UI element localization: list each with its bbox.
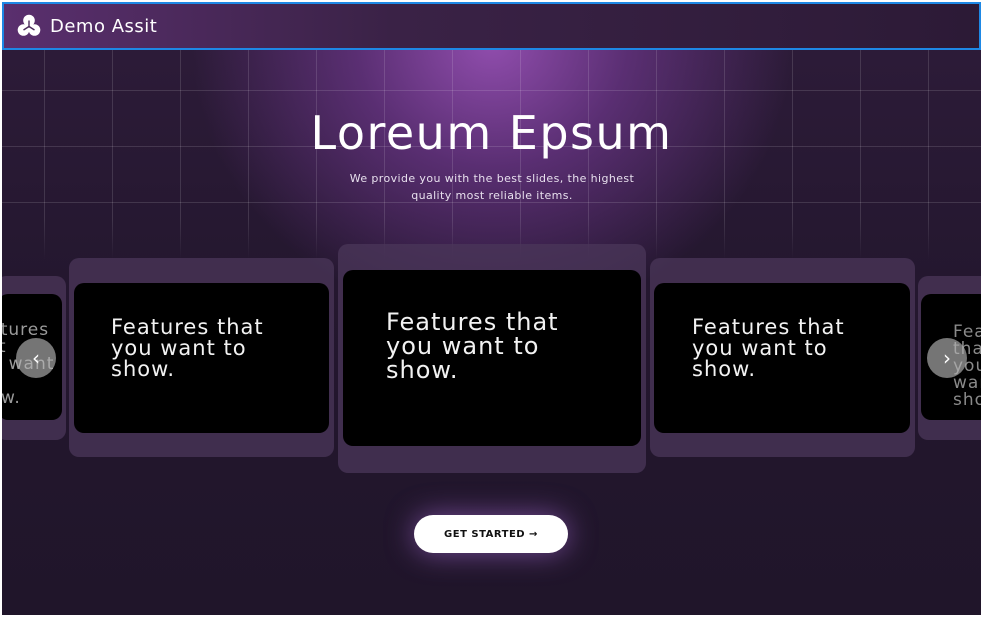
trefoil-logo-icon[interactable] xyxy=(16,13,42,39)
hero-subtitle-line-1: We provide you with the best slides, the… xyxy=(349,172,635,185)
slide-right[interactable]: Features that you want to show. xyxy=(654,283,910,433)
hero-title: Loreum Epsum xyxy=(310,106,673,160)
brand-name[interactable]: Demo Assit xyxy=(50,16,157,37)
hero-subtitle-line-2: quality most reliable items. xyxy=(411,189,573,202)
slide-center-text: Features that you want to show. xyxy=(386,308,559,384)
app-frame: Demo Assit Loreum Epsum We provide you w… xyxy=(2,2,981,615)
hero-subtitle: We provide you with the best slides, the… xyxy=(342,170,642,204)
top-navbar: Demo Assit xyxy=(2,2,981,50)
slide-left-text: Features that you want to show. xyxy=(111,315,264,381)
slide-center[interactable]: Features that you want to show. xyxy=(343,270,641,446)
carousel-next-button[interactable]: › xyxy=(927,338,967,378)
slide-right-text: Features that you want to show. xyxy=(692,315,845,381)
chevron-right-icon: › xyxy=(943,346,951,370)
carousel-prev-button[interactable]: ‹ xyxy=(16,338,56,378)
chevron-left-icon: ‹ xyxy=(32,346,40,370)
get-started-button[interactable]: GET STARTED → xyxy=(414,515,568,553)
slide-left[interactable]: Features that you want to show. xyxy=(74,283,329,433)
get-started-label: GET STARTED → xyxy=(444,528,538,540)
